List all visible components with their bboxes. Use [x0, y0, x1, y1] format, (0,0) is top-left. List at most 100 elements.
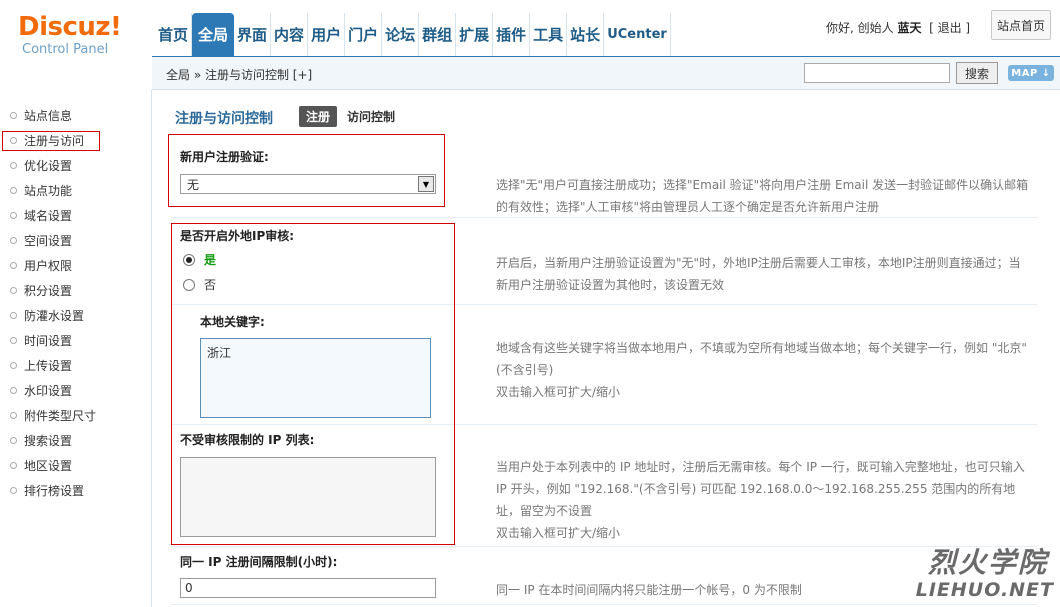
- sidebar-item-label: 搜索设置: [24, 434, 73, 448]
- sidebar-menu: 站点信息 注册与访问 优化设置 站点功能 域名设置 空间设置 用户权限 积分设置…: [0, 90, 151, 503]
- breadcrumb-bar: 全局 » 注册与访问控制 [+] 搜索 MAP ↓: [152, 56, 1060, 90]
- radio-checked-icon[interactable]: [183, 253, 195, 266]
- sidebar-item-site-info[interactable]: 站点信息: [0, 103, 151, 128]
- sidebar-item-label: 上传设置: [24, 359, 73, 373]
- ip-audit-no[interactable]: 否: [183, 276, 216, 293]
- main-nav: 首页 全局 界面 内容 用户 门户 论坛 群组 扩展 插件 工具 站长 UCen…: [155, 13, 671, 56]
- sidebar-item-antispam[interactable]: 防灌水设置: [0, 303, 151, 328]
- keywords-textarea[interactable]: 浙江: [200, 338, 431, 418]
- verify-select-value: 无: [187, 177, 200, 192]
- watermark-en: LIEHUO.NET: [915, 579, 1054, 601]
- site-home-button[interactable]: 站点首页: [991, 10, 1051, 40]
- keywords-desc-line: 双击输入框可扩大/缩小: [496, 385, 621, 399]
- sub-bar-left: [0, 56, 152, 90]
- sidebar-item-credits[interactable]: 积分设置: [0, 278, 151, 303]
- verify-desc: 选择"无"用户可直接注册成功；选择"Email 验证"将向用户注册 Email …: [496, 174, 1036, 218]
- ip-whitelist-desc-line: 当用户处于本列表中的 IP 地址时，注册后无需审核。每个 IP 一行，既可输入完…: [496, 460, 1025, 474]
- sidebar-item-label: 水印设置: [24, 384, 73, 398]
- sidebar-item-label: 积分设置: [24, 284, 73, 298]
- sidebar-item-site-features[interactable]: 站点功能: [0, 178, 151, 203]
- sidebar-item-label: 排行榜设置: [24, 484, 85, 498]
- nav-global[interactable]: 全局: [192, 13, 235, 56]
- sidebar-item-label: 域名设置: [24, 209, 73, 223]
- nav-admin[interactable]: 站长: [567, 13, 605, 56]
- ip-whitelist-textarea[interactable]: [180, 457, 436, 537]
- ip-audit-label: 是否开启外地IP审核:: [180, 229, 295, 243]
- nav-interface[interactable]: 界面: [234, 13, 272, 56]
- bullet-icon: [10, 462, 17, 469]
- sidebar-item-label: 站点功能: [24, 184, 73, 198]
- nav-content[interactable]: 内容: [271, 13, 309, 56]
- interval-input[interactable]: 0: [180, 578, 436, 598]
- ip-audit-desc: 开启后，当新用户注册验证设置为"无"时，外地IP注册后需要人工审核，本地IP注册…: [496, 252, 1036, 296]
- radio-unchecked-icon[interactable]: [183, 278, 195, 291]
- tab-access-control[interactable]: 访问控制: [347, 106, 402, 127]
- search-input[interactable]: [804, 63, 950, 83]
- ip-audit-yes[interactable]: 是: [183, 251, 216, 268]
- nav-extensions[interactable]: 扩展: [456, 13, 494, 56]
- verify-desc-line: 选择"无"用户可直接注册成功；选择"Email 验证"将向用户注册 Email …: [496, 178, 1029, 192]
- logo-brand: Discuz!: [18, 12, 122, 42]
- watermark-logo: 烈火学院 LIEHUO.NET: [893, 541, 1058, 603]
- bullet-icon: [10, 212, 17, 219]
- bullet-icon: [10, 162, 17, 169]
- bullet-icon: [10, 137, 17, 144]
- verify-label: 新用户注册验证:: [180, 150, 269, 164]
- nav-forum[interactable]: 论坛: [382, 13, 420, 56]
- map-button[interactable]: MAP ↓: [1008, 65, 1054, 81]
- sidebar-item-upload[interactable]: 上传设置: [0, 353, 151, 378]
- bullet-icon: [10, 262, 17, 269]
- nav-plugins[interactable]: 插件: [493, 13, 531, 56]
- user-name: 蓝天: [897, 21, 922, 35]
- nav-home[interactable]: 首页: [155, 13, 193, 56]
- sidebar-item-optimize[interactable]: 优化设置: [0, 153, 151, 178]
- sidebar: 站点信息 注册与访问 优化设置 站点功能 域名设置 空间设置 用户权限 积分设置…: [0, 90, 152, 607]
- ip-whitelist-label: 不受审核限制的 IP 列表:: [180, 433, 315, 447]
- header: Discuz! Control Panel 首页 全局 界面 内容 用户 门户 …: [0, 0, 1060, 57]
- sidebar-item-ranking[interactable]: 排行榜设置: [0, 478, 151, 503]
- sidebar-item-region[interactable]: 地区设置: [0, 453, 151, 478]
- sidebar-item-attachment-types[interactable]: 附件类型尺寸: [0, 403, 151, 428]
- sidebar-item-label: 附件类型尺寸: [24, 409, 97, 423]
- bullet-icon: [10, 387, 17, 394]
- bullet-icon: [10, 312, 17, 319]
- tab-bar: 注册 访问控制: [299, 106, 412, 127]
- verify-select[interactable]: 无 ▼: [180, 174, 436, 194]
- tab-register[interactable]: 注册: [299, 106, 338, 127]
- sidebar-item-permissions[interactable]: 用户权限: [0, 253, 151, 278]
- ip-audit-desc-line: 开启后，当新用户注册验证设置为"无"时，外地IP注册后需要人工审核，本地IP注册…: [496, 256, 1021, 270]
- bullet-icon: [10, 112, 17, 119]
- logo-subtitle: Control Panel: [22, 42, 109, 57]
- nav-ucenter[interactable]: UCenter: [604, 13, 671, 56]
- sidebar-item-label: 地区设置: [24, 459, 73, 473]
- sidebar-item-label: 时间设置: [24, 334, 73, 348]
- bullet-icon: [10, 437, 17, 444]
- interval-label: 同一 IP 注册间隔限制(小时):: [180, 555, 338, 569]
- sidebar-item-time[interactable]: 时间设置: [0, 328, 151, 353]
- page-title: 注册与访问控制: [175, 111, 273, 127]
- user-greeting: 你好, 创始人: [826, 21, 894, 35]
- nav-tools[interactable]: 工具: [530, 13, 568, 56]
- user-info: 你好, 创始人 蓝天 [ 退出 ]: [826, 19, 970, 36]
- keywords-label: 本地关键字:: [200, 315, 265, 329]
- ip-audit-desc-line: 新用户注册验证设置为其他时，该设置无效: [496, 278, 725, 292]
- divider: [171, 217, 1037, 218]
- nav-portal[interactable]: 门户: [345, 13, 383, 56]
- nav-users[interactable]: 用户: [308, 13, 346, 56]
- sidebar-item-search[interactable]: 搜索设置: [0, 428, 151, 453]
- bullet-icon: [10, 187, 17, 194]
- bullet-icon: [10, 237, 17, 244]
- logo[interactable]: Discuz! Control Panel: [18, 14, 138, 57]
- chevron-down-icon[interactable]: ▼: [418, 176, 434, 192]
- sidebar-item-register-access[interactable]: 注册与访问: [0, 128, 151, 153]
- nav-groups[interactable]: 群组: [419, 13, 457, 56]
- breadcrumb[interactable]: 全局 » 注册与访问控制 [+]: [166, 66, 312, 83]
- sidebar-item-space[interactable]: 空间设置: [0, 228, 151, 253]
- sidebar-item-watermark[interactable]: 水印设置: [0, 378, 151, 403]
- keywords-desc-line: (不含引号): [496, 363, 554, 377]
- search-button[interactable]: 搜索: [956, 62, 998, 84]
- sidebar-item-label: 用户权限: [24, 259, 73, 273]
- ip-whitelist-desc-line: IP 开头，例如 "192.168."(不含引号) 可匹配 192.168.0.…: [496, 482, 1016, 496]
- sidebar-item-domain[interactable]: 域名设置: [0, 203, 151, 228]
- logout-link[interactable]: [ 退出 ]: [929, 21, 970, 35]
